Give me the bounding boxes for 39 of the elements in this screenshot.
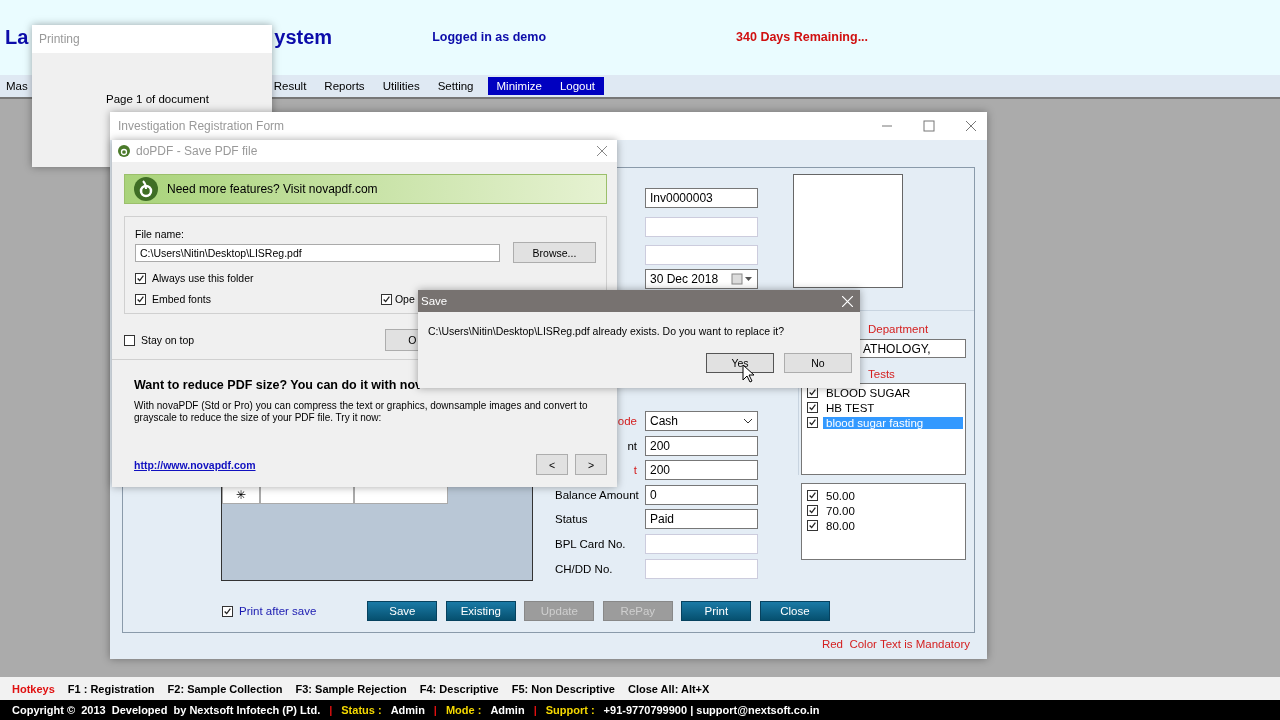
hotkey-hint: F4: Descriptive — [419, 682, 499, 695]
dialog-title: Save — [421, 295, 448, 307]
login-status: Logged in as demo — [432, 30, 547, 44]
field-label: t — [633, 464, 637, 477]
footer-text: +91-9770799900 | support@nextsoft.co.in — [603, 704, 820, 716]
app-title: ystem — [274, 26, 333, 49]
footer-text: Copyright © 2013 Developed by Nextsoft Infotech (P) Ltd. — [12, 704, 321, 716]
field-label: ode — [617, 415, 637, 427]
field-label: Balance Amount — [555, 488, 639, 501]
promo-text: With novaPDF (Std or Pro) you can compress the text or graphics, downsample images and convert to grayscale to reduce the size of your PDF file. Try it now: — [134, 400, 589, 424]
separator-mark: | — [533, 704, 537, 716]
hotkey-hint: F1 : Registration — [67, 682, 155, 695]
hotkey-hint: F2: Sample Collection — [167, 682, 283, 695]
dialog-message: C:\Users\Nitin\Desktop\LISReg.pdf already exists. Do you want to replace it? — [428, 325, 785, 337]
footer-text: Support : — [545, 704, 595, 716]
hotkey-hint: Close All: Alt+X — [627, 682, 710, 695]
footer-text: Admin — [490, 704, 525, 716]
separator-mark: | — [433, 704, 437, 716]
separator-mark: | — [329, 704, 333, 716]
window-title: doPDF - Save PDF file — [136, 144, 258, 158]
field-label: nt — [627, 439, 637, 452]
field-label: Department — [868, 323, 929, 335]
field-label: BPL Card No. — [555, 537, 626, 550]
footer-text: Admin — [390, 704, 425, 716]
footer-text: Mode : — [445, 704, 482, 716]
hotkeys-label: Hotkeys — [12, 682, 55, 695]
footer-text: Status : — [341, 704, 382, 716]
days-remaining: 340 Days Remaining... — [736, 30, 869, 44]
field-label: Status — [555, 513, 588, 526]
window-title: Investigation Registration Form — [118, 119, 285, 133]
window-title: Printing — [39, 32, 80, 46]
hotkey-hint: F3: Sample Rejection — [295, 682, 407, 695]
app-title: La — [5, 26, 29, 49]
mandatory-note: Red Color Text is Mandatory — [821, 638, 970, 650]
field-label: File name: — [135, 228, 186, 240]
field-label: Tests — [868, 368, 895, 380]
field-label: CH/DD No. — [555, 562, 613, 575]
progress-message: Page 1 of document — [106, 93, 209, 105]
hotkey-hint: F5: Non Descriptive — [511, 682, 615, 695]
